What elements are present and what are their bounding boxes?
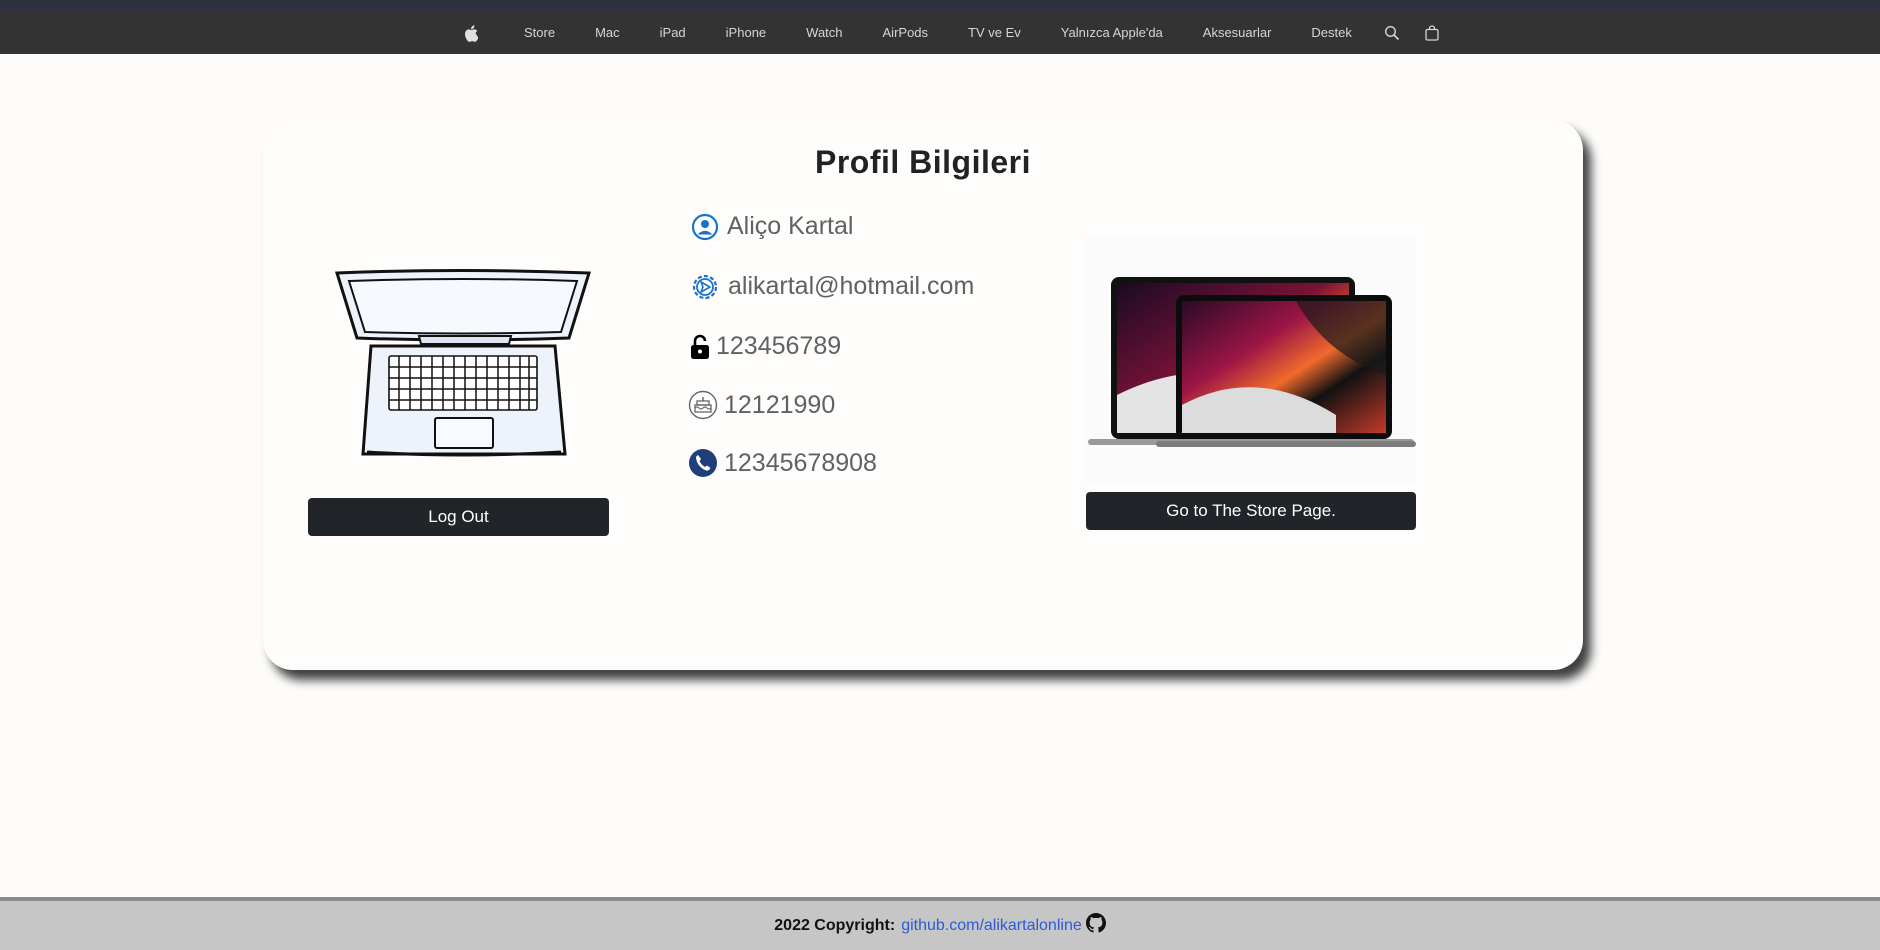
footer: 2022 Copyright: github.com/alikartalonli… [0, 897, 1880, 950]
nav-airpods[interactable]: AirPods [863, 12, 949, 54]
unlock-icon [691, 334, 709, 359]
nav-tv-ve-ev[interactable]: TV ve Ev [948, 12, 1041, 54]
nav-store[interactable]: Store [504, 12, 575, 54]
nav-ipad[interactable]: iPad [640, 12, 706, 54]
user-icon [691, 213, 719, 240]
search-icon[interactable] [1372, 12, 1412, 54]
birthday-cake-icon [688, 390, 718, 420]
github-link[interactable]: github.com/alikartalonline [901, 917, 1082, 935]
nav-mac[interactable]: Mac [575, 12, 640, 54]
email-row: alikartal@hotmail.com [691, 272, 974, 301]
profile-card: Profil Bilgileri Log Out Aliço Kartal al… [263, 120, 1583, 670]
profile-birthdate: 12121990 [724, 390, 836, 419]
apple-logo-icon[interactable] [450, 12, 492, 54]
nav-iphone[interactable]: iPhone [706, 12, 786, 54]
copyright-text: 2022 Copyright: [774, 916, 896, 934]
github-icon[interactable] [1085, 913, 1106, 938]
password-row: 123456789 [688, 332, 841, 361]
phone-icon [689, 449, 717, 477]
send-gear-icon [692, 274, 718, 299]
top-navbar: Store Mac iPad iPhone Watch AirPods TV v… [0, 12, 1880, 54]
go-to-store-button[interactable]: Go to The Store Page. [1086, 492, 1416, 530]
birthdate-row: 12121990 [688, 390, 835, 420]
laptop-sketch-image [323, 258, 603, 463]
nav-destek[interactable]: Destek [1291, 12, 1371, 54]
log-out-button[interactable]: Log Out [308, 498, 609, 536]
nav-aksesuarlar[interactable]: Aksesuarlar [1183, 12, 1292, 54]
nav-items: Store Mac iPad iPhone Watch AirPods TV v… [450, 12, 1452, 54]
profile-phone: 12345678908 [724, 448, 877, 477]
profile-email: alikartal@hotmail.com [728, 272, 975, 300]
phone-row: 12345678908 [688, 448, 877, 478]
nav-yalnizca-appleda[interactable]: Yalnızca Apple'da [1041, 12, 1183, 54]
page-title: Profil Bilgileri [814, 144, 1032, 180]
name-row: Aliço Kartal [691, 212, 853, 241]
profile-name: Aliço Kartal [727, 212, 854, 240]
top-strip [0, 0, 1880, 12]
macbook-pro-image [1086, 235, 1416, 485]
profile-password: 123456789 [716, 332, 842, 360]
shopping-bag-icon[interactable] [1412, 12, 1452, 54]
nav-watch[interactable]: Watch [786, 12, 862, 54]
